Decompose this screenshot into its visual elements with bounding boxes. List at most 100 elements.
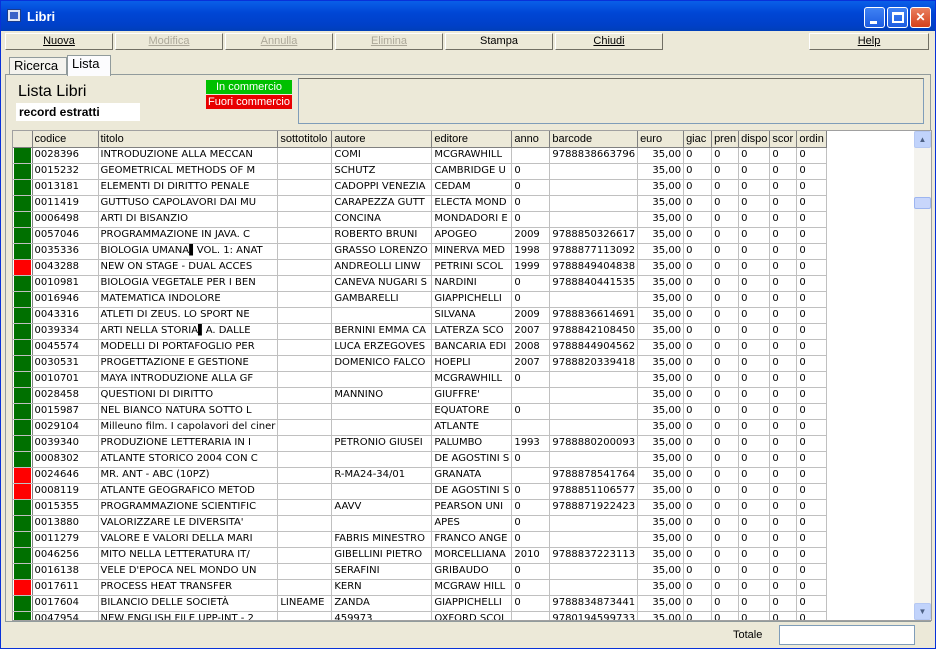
col-header-titolo[interactable]: titolo — [98, 131, 279, 148]
cell-barcode[interactable]: 9788877113092 — [549, 243, 639, 260]
cell-editore[interactable]: PETRINI SCOL — [431, 259, 513, 276]
col-header-pren[interactable]: pren — [711, 131, 740, 148]
cell-pren[interactable]: 0 — [711, 403, 740, 420]
cell-dispo[interactable]: 0 — [738, 323, 771, 340]
cell-ordin[interactable]: 0 — [796, 467, 827, 484]
cell-editore[interactable]: BANCARIA EDI — [431, 339, 513, 356]
edit-button[interactable]: Modifica — [115, 33, 223, 50]
table-row[interactable]: 0008302 ATLANTE STORICO 2004 CON C DE AGOS… — [13, 451, 827, 468]
table-row[interactable]: 0046256 MITO NELLA LETTERATURA IT/GIBELLI… — [13, 547, 827, 564]
cell-barcode[interactable] — [549, 531, 639, 548]
cell-pren[interactable]: 0 — [711, 323, 740, 340]
cell-euro[interactable]: 35,00 — [637, 355, 685, 372]
cell-autore[interactable]: MANNINO — [331, 387, 433, 404]
cell-pren[interactable]: 0 — [711, 355, 740, 372]
cell-pren[interactable]: 0 — [711, 275, 740, 292]
cell-titolo[interactable]: QUESTIONI DI DIRITTO — [98, 387, 279, 404]
cell-sottotitolo[interactable] — [277, 243, 333, 260]
cell-codice[interactable]: 0015355 — [32, 499, 99, 516]
cell-pren[interactable]: 0 — [711, 451, 740, 468]
scroll-up-button[interactable]: ▲ — [914, 131, 931, 148]
col-header-autore[interactable]: autore — [331, 131, 433, 148]
cell-dispo[interactable]: 0 — [738, 275, 771, 292]
col-header-anno[interactable]: anno — [511, 131, 551, 148]
cell-scor[interactable]: 0 — [769, 227, 798, 244]
cell-sottotitolo[interactable] — [277, 467, 333, 484]
cell-codice[interactable]: 0057046 — [32, 227, 99, 244]
cell-scor[interactable]: 0 — [769, 563, 798, 580]
table-row[interactable]: 0015987 NEL BIANCO NATURA SOTTO L EQUATORE… — [13, 403, 827, 420]
cell-dispo[interactable]: 0 — [738, 611, 771, 620]
cell-editore[interactable]: LATERZA SCO — [431, 323, 513, 340]
cell-pren[interactable]: 0 — [711, 531, 740, 548]
cell-dispo[interactable]: 0 — [738, 147, 771, 164]
cell-ordin[interactable]: 0 — [796, 579, 827, 596]
cell-barcode[interactable]: 9788837223113 — [549, 547, 639, 564]
cell-sottotitolo[interactable] — [277, 179, 333, 196]
cell-dispo[interactable]: 0 — [738, 595, 771, 612]
cell-anno[interactable]: 2010 — [511, 547, 551, 564]
cell-dispo[interactable]: 0 — [738, 227, 771, 244]
cell-scor[interactable]: 0 — [769, 307, 798, 324]
cell-euro[interactable]: 35,00 — [637, 499, 685, 516]
cell-autore[interactable] — [331, 451, 433, 468]
cell-pren[interactable]: 0 — [711, 611, 740, 620]
cell-anno[interactable]: 2007 — [511, 323, 551, 340]
cell-codice[interactable]: 0016138 — [32, 563, 99, 580]
cell-ordin[interactable]: 0 — [796, 355, 827, 372]
table-row[interactable]: 0047954 NEW ENGLISH FILE UPP-INT - 2 45997… — [13, 611, 827, 620]
cell-editore[interactable]: DE AGOSTINI S — [431, 451, 513, 468]
table-row[interactable]: 0043288 NEW ON STAGE - DUAL ACCES ANDREOLL… — [13, 259, 827, 276]
cell-scor[interactable]: 0 — [769, 371, 798, 388]
cell-sottotitolo[interactable] — [277, 211, 333, 228]
cell-titolo[interactable]: BIOLOGIA UMANA▌VOL. 1: ANAT — [98, 243, 279, 260]
cell-sottotitolo[interactable] — [277, 387, 333, 404]
cell-dispo[interactable]: 0 — [738, 435, 771, 452]
cell-codice[interactable]: 0010981 — [32, 275, 99, 292]
cell-pren[interactable]: 0 — [711, 387, 740, 404]
cell-scor[interactable]: 0 — [769, 419, 798, 436]
cell-codice[interactable]: 0045574 — [32, 339, 99, 356]
cell-anno[interactable] — [511, 147, 551, 164]
cell-euro[interactable]: 35,00 — [637, 451, 685, 468]
cell-giac[interactable]: 0 — [683, 467, 713, 484]
cell-giac[interactable]: 0 — [683, 563, 713, 580]
cell-dispo[interactable]: 0 — [738, 307, 771, 324]
cell-codice[interactable]: 0016946 — [32, 291, 99, 308]
col-header-ordin[interactable]: ordin — [796, 131, 827, 148]
cell-titolo[interactable]: MR. ANT - ABC (10PZ) — [98, 467, 279, 484]
cell-codice[interactable]: 0008119 — [32, 483, 99, 500]
cell-pren[interactable]: 0 — [711, 435, 740, 452]
cell-pren[interactable]: 0 — [711, 147, 740, 164]
cell-pren[interactable]: 0 — [711, 179, 740, 196]
minimize-button[interactable] — [864, 7, 885, 28]
cell-ordin[interactable]: 0 — [796, 483, 827, 500]
cell-dispo[interactable]: 0 — [738, 531, 771, 548]
cell-scor[interactable]: 0 — [769, 435, 798, 452]
cell-pren[interactable]: 0 — [711, 515, 740, 532]
cell-ordin[interactable]: 0 — [796, 179, 827, 196]
cell-pren[interactable]: 0 — [711, 259, 740, 276]
cell-giac[interactable]: 0 — [683, 435, 713, 452]
cell-autore[interactable] — [331, 403, 433, 420]
maximize-button[interactable] — [887, 7, 908, 28]
cell-scor[interactable]: 0 — [769, 595, 798, 612]
cell-giac[interactable]: 0 — [683, 259, 713, 276]
cell-dispo[interactable]: 0 — [738, 467, 771, 484]
cell-scor[interactable]: 0 — [769, 451, 798, 468]
cell-scor[interactable]: 0 — [769, 275, 798, 292]
cell-barcode[interactable]: 9788880200093 — [549, 435, 639, 452]
cell-scor[interactable]: 0 — [769, 579, 798, 596]
cell-codice[interactable]: 0011279 — [32, 531, 99, 548]
cell-codice[interactable]: 0013880 — [32, 515, 99, 532]
cell-giac[interactable]: 0 — [683, 547, 713, 564]
cell-autore[interactable] — [331, 371, 433, 388]
cell-dispo[interactable]: 0 — [738, 179, 771, 196]
cell-autore[interactable]: CARAPEZZA GUTT — [331, 195, 433, 212]
cell-ordin[interactable]: 0 — [796, 339, 827, 356]
cell-ordin[interactable]: 0 — [796, 307, 827, 324]
cell-giac[interactable]: 0 — [683, 195, 713, 212]
table-row[interactable]: 0013181 ELEMENTI DI DIRITTO PENALE CADOPPI… — [13, 179, 827, 196]
cell-dispo[interactable]: 0 — [738, 387, 771, 404]
cell-anno[interactable]: 1999 — [511, 259, 551, 276]
